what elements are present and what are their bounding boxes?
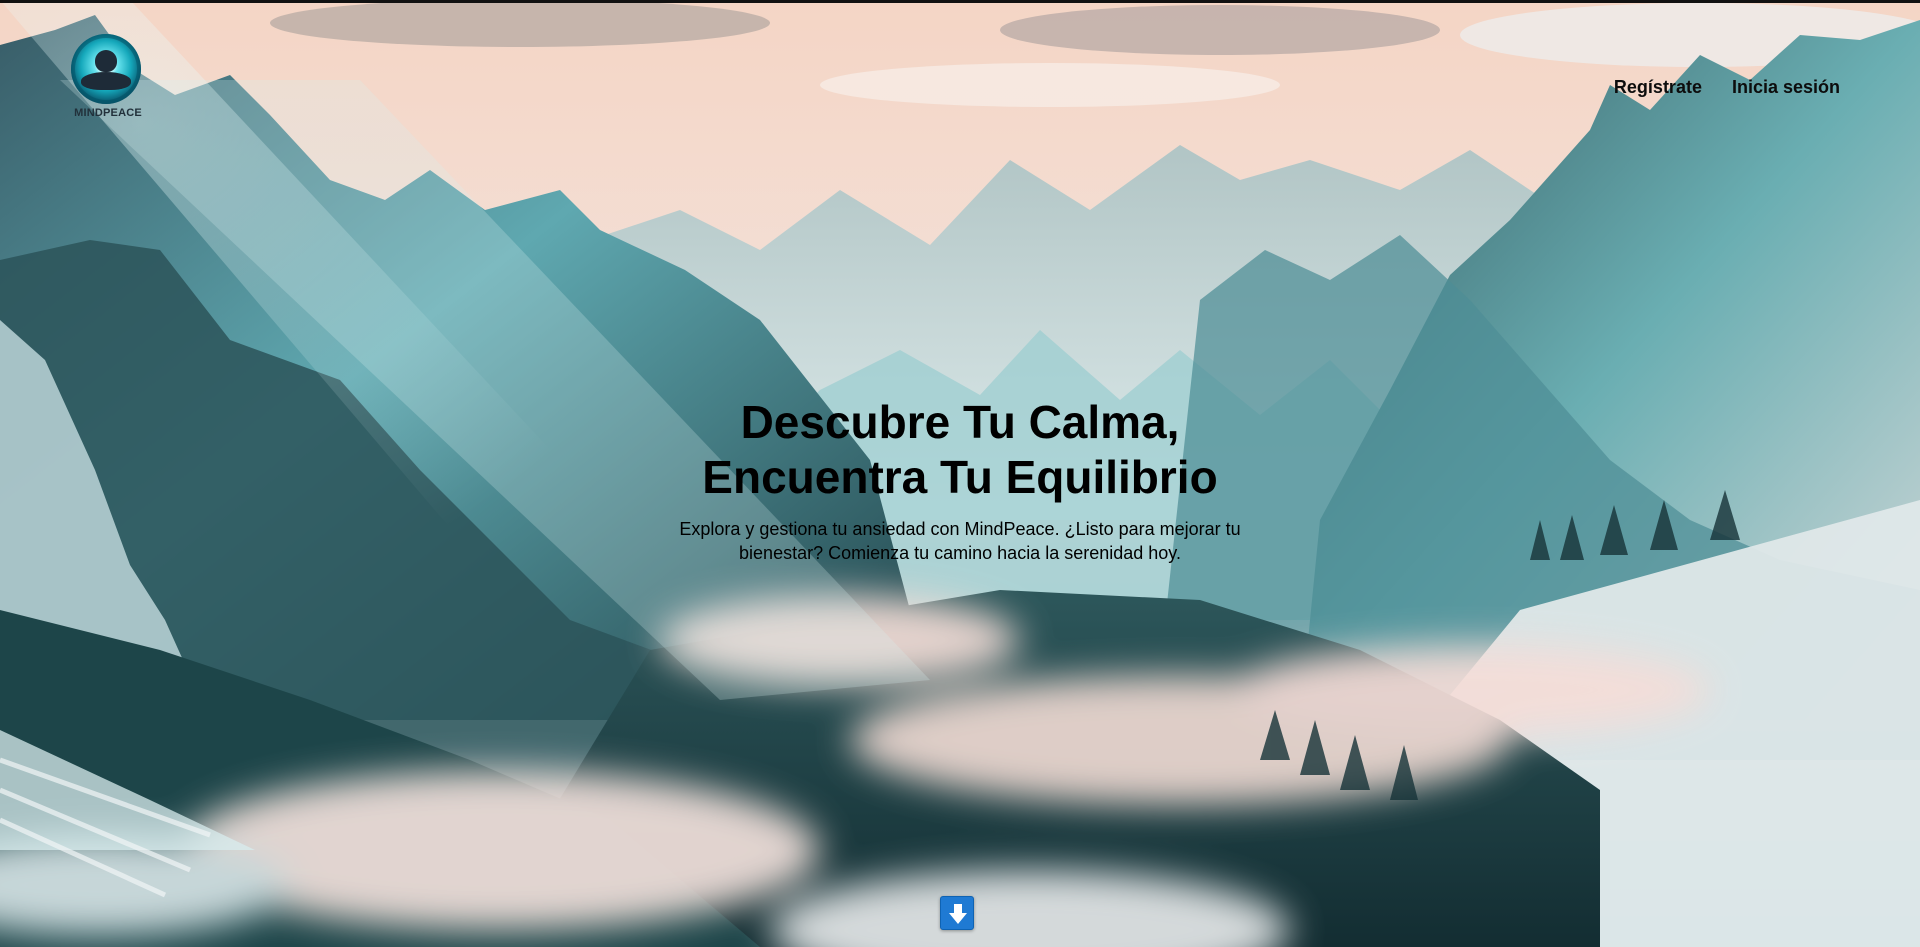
- hero-title-line-2: Encuentra Tu Equilibrio: [702, 451, 1218, 503]
- main-navigation: Regístrate Inicia sesión: [1614, 77, 1840, 98]
- hero-description: Explora y gestiona tu ansiedad con MindP…: [660, 517, 1260, 565]
- meditation-logo-icon: [71, 34, 141, 104]
- hero-title: Descubre Tu Calma, Encuentra Tu Equilibr…: [660, 395, 1260, 505]
- hero-title-line-1: Descubre Tu Calma,: [740, 396, 1180, 448]
- register-link[interactable]: Regístrate: [1614, 77, 1702, 98]
- hero-description-line-2: bienestar? Comienza tu camino hacia la s…: [739, 543, 1181, 563]
- brand-name: MINDPEACE: [74, 107, 142, 119]
- landing-page: MINDPEACE Regístrate Inicia sesión Descu…: [0, 0, 1920, 947]
- browser-top-strip: [0, 0, 1920, 3]
- mindpeace-logo[interactable]: MINDPEACE: [63, 34, 153, 124]
- hero-description-line-1: Explora y gestiona tu ansiedad con MindP…: [679, 519, 1241, 539]
- site-header: MINDPEACE Regístrate Inicia sesión: [0, 0, 1920, 130]
- hero-content: Descubre Tu Calma, Encuentra Tu Equilibr…: [660, 395, 1260, 565]
- scroll-down-button[interactable]: [940, 896, 974, 930]
- login-link[interactable]: Inicia sesión: [1732, 77, 1840, 98]
